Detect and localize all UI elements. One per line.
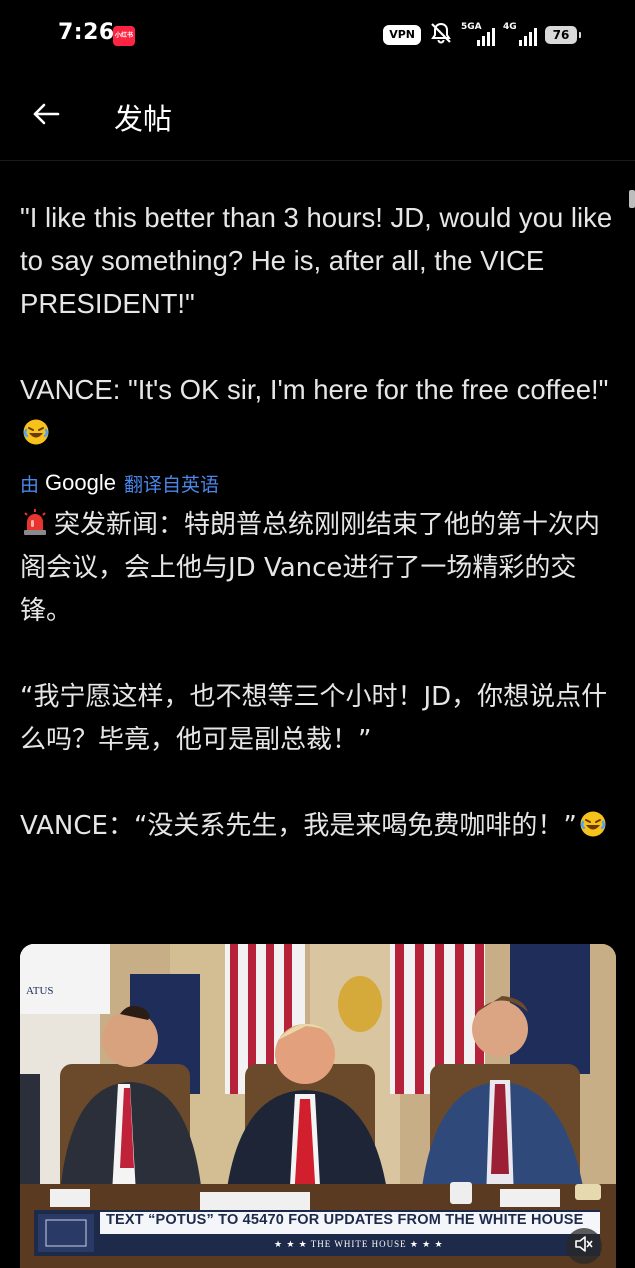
post-original-text: "I like this better than 3 hours! JD, wo… [20, 196, 616, 454]
mute-toggle-button[interactable] [566, 1228, 602, 1264]
status-time: 7:26 [58, 20, 115, 45]
translate-source-language: 翻译自英语 [123, 473, 219, 496]
battery-icon: 76 [545, 26, 581, 44]
arrow-left-icon [32, 102, 60, 130]
police-light-emoji-icon [20, 508, 50, 538]
post-content: "I like this better than 3 hours! JD, wo… [20, 196, 616, 848]
page-title: 发帖 [114, 102, 173, 136]
banner-subtitle: ★ ★ ★ THE WHITE HOUSE ★ ★ ★ [274, 1239, 444, 1249]
post-english-text: "I like this better than 3 hours! JD, wo… [20, 202, 613, 405]
signal-5ga-icon: 5GA [461, 22, 495, 46]
volume-muted-icon [574, 1235, 594, 1257]
seal-lettering: ATUS [26, 985, 54, 997]
scrollbar[interactable] [629, 190, 635, 208]
back-button[interactable] [24, 94, 68, 138]
post-chinese-headline: 突发新闻：特朗普总统刚刚结束了他的第十次内阁会议，会上他与JD Vance进行了… [20, 510, 601, 626]
bell-muted-icon [429, 22, 453, 48]
post-translated-text: 突发新闻：特朗普总统刚刚结束了他的第十次内阁会议，会上他与JD Vance进行了… [20, 504, 616, 848]
translation-attribution[interactable]: 由 Google 翻译自英语 [20, 468, 616, 498]
video-player[interactable]: ATUS TEXT “POTUS” TO 45470 FOR UPDATES F… [20, 944, 616, 1268]
post-chinese-body: “我宁愿这样，也不想等三个小时！JD，你想说点什么吗？毕竟，他可是副总裁！” V… [20, 682, 608, 841]
status-bar: 7:26 小红书 VPN 5GA 4G 76 [0, 0, 635, 72]
top-app-bar: 发帖 [0, 72, 635, 161]
status-indicators: VPN 5GA 4G 76 [383, 22, 581, 48]
rolling-on-floor-laughing-emoji-icon [579, 809, 607, 837]
xiaohongshu-notification-icon: 小红书 [113, 26, 135, 46]
video-lower-third-banner: TEXT “POTUS” TO 45470 FOR UPDATES FROM T… [34, 1210, 600, 1256]
signal-label-4g: 4G [503, 22, 517, 32]
vpn-badge: VPN [383, 25, 421, 45]
banner-text: TEXT “POTUS” TO 45470 FOR UPDATES FROM T… [106, 1212, 584, 1228]
signal-4g-icon: 4G [503, 22, 537, 46]
rolling-on-floor-laughing-emoji-icon [22, 415, 50, 445]
translate-prefix: 由 [20, 473, 40, 496]
google-logo: Google [45, 470, 116, 495]
